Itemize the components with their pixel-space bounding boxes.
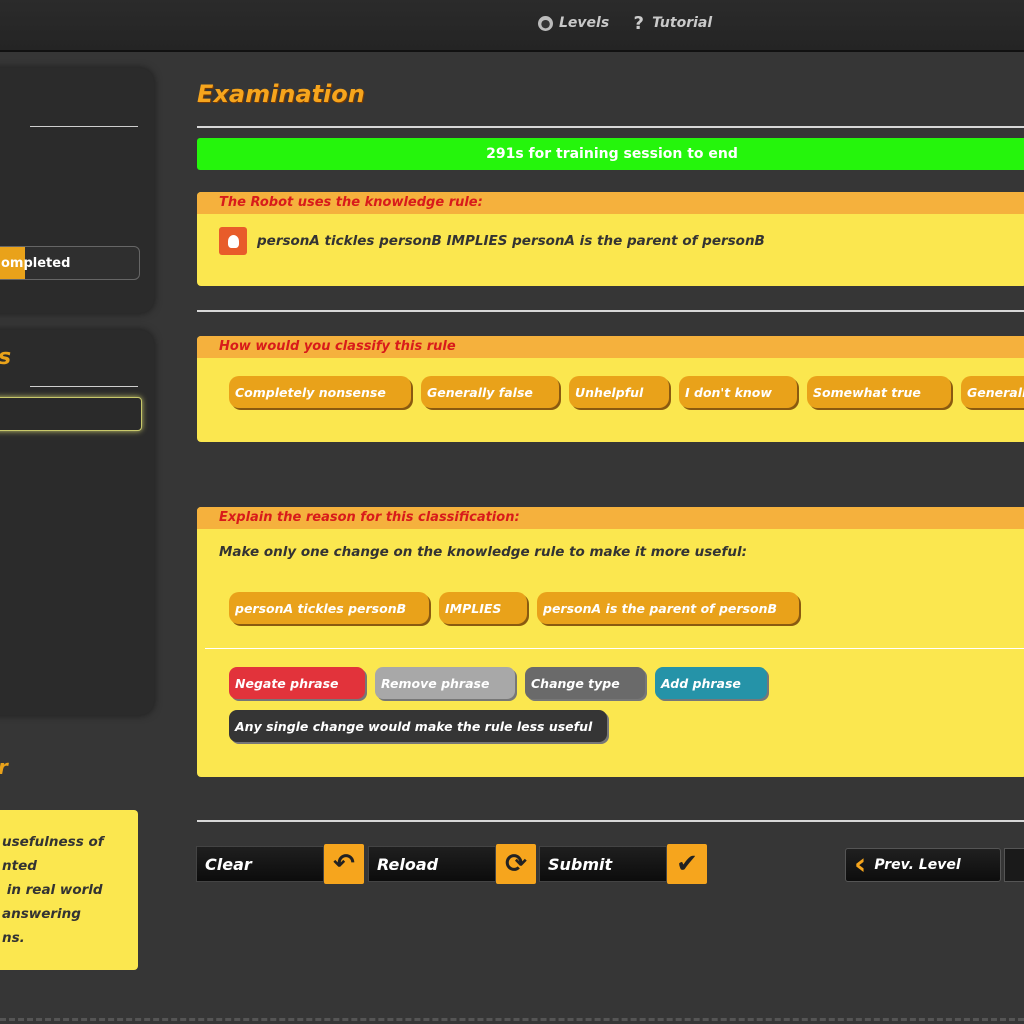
- classify-box: How would you classify this rule Complet…: [197, 336, 1024, 442]
- progress-bar: ompleted: [0, 246, 140, 280]
- nav-levels-label: Levels: [559, 15, 610, 31]
- action-buttons: Negate phrase Remove phrase Change type …: [229, 667, 767, 699]
- reload-button[interactable]: Reload: [368, 846, 496, 882]
- remove-phrase-button[interactable]: Remove phrase: [375, 667, 515, 699]
- top-bar: ● Levels ? Tutorial: [0, 0, 1024, 52]
- top-nav: ● Levels ? Tutorial: [538, 12, 713, 34]
- change-type-button[interactable]: Change type: [525, 667, 645, 699]
- clear-button[interactable]: Clear: [196, 846, 324, 882]
- phrase-buttons: personA tickles personB IMPLIES personA …: [229, 592, 799, 624]
- globe-icon: ●: [538, 15, 553, 31]
- prev-level-label: Prev. Level: [874, 857, 961, 873]
- lightbulb-icon: [219, 227, 247, 255]
- rule-row: personA tickles personB IMPLIES personA …: [219, 227, 765, 255]
- divider-top: [197, 126, 1024, 128]
- reload-icon[interactable]: ⟳: [496, 844, 536, 884]
- timer-bar: 291s for training session to end: [197, 138, 1024, 170]
- explain-box: Explain the reason for this classificati…: [197, 507, 1024, 777]
- submit-control: Submit ✔: [539, 844, 707, 884]
- sidebar-note-text: usefulness of nted in real world answeri…: [2, 834, 104, 946]
- phrase-button-3[interactable]: personA is the parent of personB: [537, 592, 799, 624]
- reload-control: Reload ⟳: [368, 844, 536, 884]
- phrase-button-1[interactable]: personA tickles personB: [229, 592, 429, 624]
- progress-label: ompleted: [1, 256, 71, 271]
- divider-bottom: [197, 820, 1024, 822]
- classify-box-header: How would you classify this rule: [197, 336, 1024, 358]
- rule-box-header: The Robot uses the knowledge rule:: [197, 192, 1024, 214]
- option-dont-know[interactable]: I don't know: [679, 376, 797, 408]
- undo-icon[interactable]: ↶: [324, 844, 364, 884]
- sidebar-panel3-title: r: [0, 755, 8, 779]
- nav-tutorial[interactable]: ? Tutorial: [631, 12, 713, 34]
- option-unhelpful[interactable]: Unhelpful: [569, 376, 669, 408]
- clear-control: Clear ↶: [196, 844, 364, 884]
- sidebar-input[interactable]: [0, 397, 142, 431]
- sidebar-divider-2: [30, 386, 138, 387]
- explain-box-header: Explain the reason for this classificati…: [197, 507, 1024, 529]
- checkmark-icon[interactable]: ✔: [667, 844, 707, 884]
- rule-text: personA tickles personB IMPLIES personA …: [257, 233, 765, 249]
- prev-level-button[interactable]: ‹ Prev. Level: [845, 848, 1001, 882]
- option-generally-false[interactable]: Generally false: [421, 376, 559, 408]
- no-change-button[interactable]: Any single change would make the rule le…: [229, 710, 607, 742]
- option-completely-nonsense[interactable]: Completely nonsense: [229, 376, 411, 408]
- nav-tutorial-label: Tutorial: [652, 15, 713, 31]
- chevron-left-icon: ‹: [854, 847, 867, 882]
- explain-separator: [205, 648, 1024, 649]
- phrase-button-2[interactable]: IMPLIES: [439, 592, 527, 624]
- sidebar-panel-second: [0, 330, 154, 715]
- next-level-button[interactable]: [1004, 848, 1024, 882]
- divider-middle: [197, 310, 1024, 312]
- explain-instruction: Make only one change on the knowledge ru…: [219, 544, 747, 560]
- page-title: Examination: [197, 80, 365, 108]
- option-somewhat-true[interactable]: Somewhat true: [807, 376, 951, 408]
- sidebar-divider: [30, 126, 138, 127]
- add-phrase-button[interactable]: Add phrase: [655, 667, 767, 699]
- rule-box: The Robot uses the knowledge rule: perso…: [197, 192, 1024, 286]
- negate-phrase-button[interactable]: Negate phrase: [229, 667, 365, 699]
- sidebar-note: usefulness of nted in real world answeri…: [0, 810, 138, 970]
- question-icon: ?: [633, 12, 644, 34]
- option-generally-true[interactable]: Generally: [961, 376, 1024, 408]
- bottom-border: [0, 1018, 1024, 1024]
- sidebar-panel2-title: s: [0, 345, 11, 370]
- submit-button[interactable]: Submit: [539, 846, 667, 882]
- nav-levels[interactable]: ● Levels: [538, 15, 609, 31]
- classify-options: Completely nonsense Generally false Unhe…: [229, 376, 1024, 408]
